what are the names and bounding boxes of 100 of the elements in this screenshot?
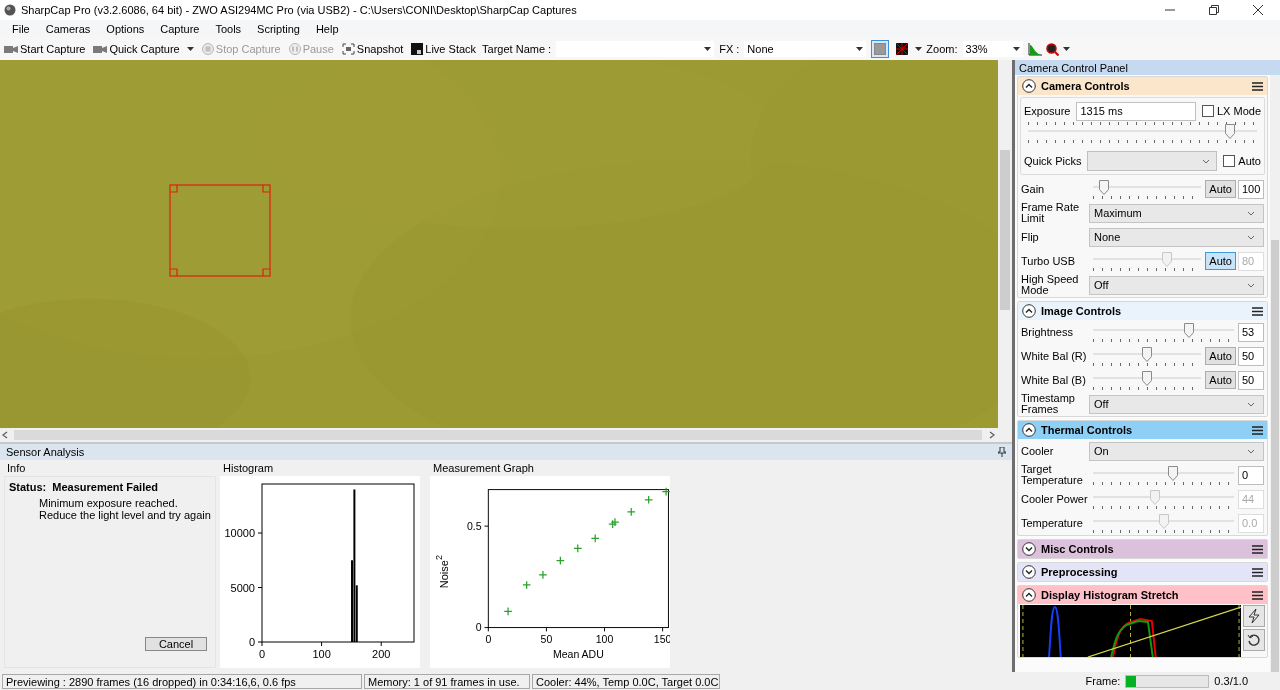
dropdown[interactable]: On: [1089, 441, 1264, 461]
slider-thumb[interactable]: [1168, 466, 1179, 481]
section-header[interactable]: Thermal Controls: [1018, 421, 1267, 439]
section-header[interactable]: Misc Controls: [1018, 540, 1267, 558]
group-title: Measurement Graph: [432, 462, 535, 476]
menu-item[interactable]: Capture: [152, 23, 208, 35]
value-field[interactable]: 100: [1238, 179, 1264, 199]
field-label: White Bal (R): [1021, 350, 1088, 362]
menu-item[interactable]: Cameras: [37, 23, 99, 35]
auto-button[interactable]: Auto: [1205, 180, 1236, 198]
slider-thumb[interactable]: [1183, 323, 1194, 338]
section-header[interactable]: Preprocessing: [1018, 563, 1267, 581]
checkbox[interactable]: [1201, 105, 1214, 117]
slider-track[interactable]: [1093, 178, 1202, 200]
slider-thumb[interactable]: [1142, 347, 1153, 362]
menu-icon[interactable]: [1252, 81, 1263, 91]
cancel-button[interactable]: Cancel: [145, 637, 207, 651]
target-name-field[interactable]: [555, 40, 716, 58]
status-message: Minimum exposure reached. Reduce the light level and try again: [39, 497, 212, 521]
restore-icon: [1209, 5, 1219, 15]
scrollbar[interactable]: [0, 428, 998, 442]
value-field[interactable]: 50: [1238, 346, 1264, 366]
toolbar-button[interactable]: Live Stack: [409, 42, 479, 56]
exposure-field[interactable]: 1315 ms: [1076, 101, 1196, 121]
field-label: Cooler Power: [1021, 493, 1089, 505]
chevron-icon: [1202, 158, 1211, 164]
auto-button[interactable]: Auto: [1205, 371, 1236, 389]
slider-track[interactable]: [1093, 369, 1202, 391]
dropdown[interactable]: Off: [1089, 394, 1264, 414]
scrollbar[interactable]: [1270, 75, 1280, 672]
zoom-dropdown[interactable]: 33%: [961, 40, 1024, 58]
status-label: Status:: [9, 481, 47, 493]
field-label: Gain: [1021, 183, 1046, 195]
value-field[interactable]: 0: [1238, 465, 1264, 485]
axis-tick: 100: [312, 641, 331, 660]
data-point: [538, 570, 548, 580]
value-field[interactable]: 50: [1238, 370, 1264, 390]
section-header[interactable]: Display Histogram Stretch: [1018, 586, 1267, 604]
toolbar-button[interactable]: Snapshot: [339, 42, 406, 56]
checkbox-label: LX Mode: [1216, 105, 1261, 117]
caret-icon: [856, 47, 864, 51]
magnifier-icon[interactable]: [1045, 42, 1059, 56]
fx-dropdown[interactable]: None: [743, 40, 868, 58]
status-text: Cooler: 44%, Temp 0.0C, Target 0.0C: [532, 673, 720, 689]
slider-thumb[interactable]: [1098, 180, 1109, 195]
checkbox[interactable]: [1223, 155, 1236, 167]
slider-track[interactable]: [1093, 345, 1202, 367]
slider-track[interactable]: [1093, 321, 1234, 343]
x-tick-label: 200: [372, 648, 391, 660]
caret-icon: [915, 47, 923, 51]
auto-button[interactable]: Auto: [1205, 347, 1236, 365]
menu-item[interactable]: Tools: [207, 23, 250, 35]
data-point: [573, 544, 582, 553]
slider-track[interactable]: [1093, 250, 1202, 272]
field-label: Quick Picks: [1024, 155, 1082, 167]
pin-icon[interactable]: [998, 447, 1006, 457]
dropdown[interactable]: Maximum: [1089, 203, 1264, 223]
dropdown[interactable]: None: [1089, 227, 1264, 247]
x-tick-label: 0: [258, 648, 266, 660]
histogram-stretch-drawing[interactable]: [1020, 605, 1241, 657]
chevron-icon: [1247, 210, 1255, 216]
menu-icon[interactable]: [1252, 590, 1263, 600]
data-point: [661, 487, 670, 497]
section-header[interactable]: Image Controls: [1018, 302, 1267, 320]
menu-item[interactable]: File: [4, 23, 38, 35]
x-tick-label: 0: [485, 632, 492, 645]
axis-tick: 5000: [230, 581, 263, 594]
dropdown[interactable]: Off: [1089, 275, 1264, 295]
slider-track[interactable]: [1093, 464, 1234, 486]
toolbar-button[interactable]: Start Capture: [2, 42, 88, 56]
slider-track[interactable]: [1028, 122, 1257, 144]
field-label: High Speed Mode: [1021, 274, 1080, 296]
status-text: Previewing : 2890 frames (16 dropped) in 0:34:16,6, 0.6 fps: [2, 673, 362, 689]
progress-reading: 0.3/1.0: [1214, 675, 1248, 687]
reset-button[interactable]: [1243, 629, 1265, 651]
menu-icon[interactable]: [1252, 544, 1263, 554]
field-label: Exposure: [1024, 105, 1071, 117]
menu-item[interactable]: Help: [307, 23, 347, 35]
axis-tick: 10000: [224, 527, 263, 540]
slider-track[interactable]: [1093, 512, 1234, 534]
field-label: Target Temperature: [1021, 464, 1084, 486]
field-label: Timestamp Frames: [1021, 393, 1076, 415]
chevron-icon: [1247, 401, 1255, 407]
auto-stretch-button[interactable]: [1243, 605, 1265, 627]
menu-icon[interactable]: [1252, 567, 1263, 577]
slider-track[interactable]: [1093, 488, 1234, 510]
selection-rectangle[interactable]: [169, 184, 271, 277]
menu-item[interactable]: Options: [98, 23, 153, 35]
slider-thumb[interactable]: [1142, 371, 1153, 386]
toolbar-button[interactable]: Quick Capture: [91, 42, 196, 56]
chevron-icon: [1247, 282, 1255, 288]
status-text: Measurement Failed: [52, 481, 159, 493]
section-header[interactable]: Camera Controls: [1018, 77, 1267, 95]
slider-thumb[interactable]: [1224, 124, 1235, 139]
menu-icon[interactable]: [1252, 425, 1263, 435]
value-field[interactable]: 53: [1238, 322, 1264, 342]
field-label: Flip: [1021, 231, 1040, 243]
axis-tick: 100: [595, 627, 613, 645]
menu-icon[interactable]: [1252, 306, 1263, 316]
menu-item[interactable]: Scripting: [249, 23, 308, 35]
